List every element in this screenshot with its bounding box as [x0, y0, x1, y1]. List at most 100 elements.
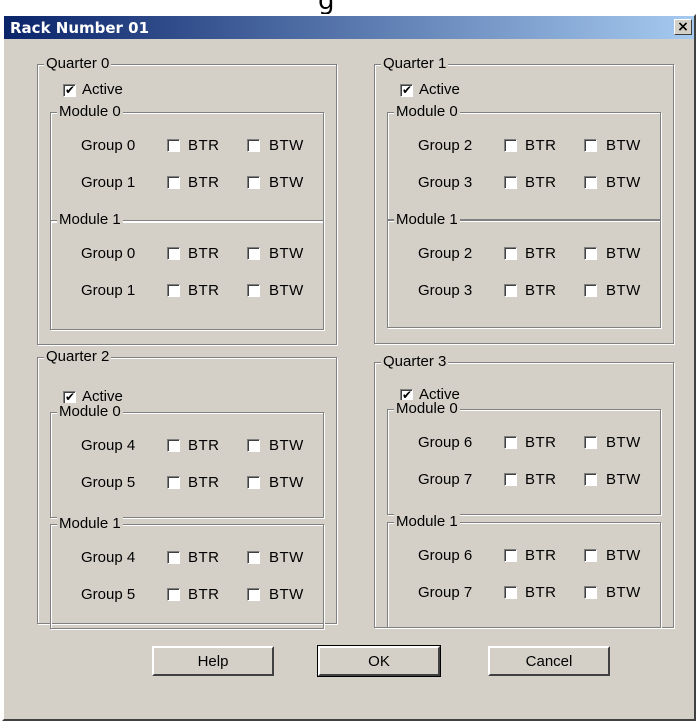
btw-label: BTW [606, 434, 641, 451]
btr-label: BTR [188, 174, 220, 191]
group-row: Group 5 BTR BTW [81, 474, 331, 492]
btr-label: BTR [188, 586, 220, 603]
btr-checkbox[interactable] [504, 436, 517, 449]
help-button[interactable]: Help [152, 646, 274, 676]
btr-label: BTR [525, 137, 557, 154]
btr-label: BTR [525, 471, 557, 488]
group-label: Group 2 [418, 245, 473, 262]
btr-label: BTR [188, 549, 220, 566]
btw-checkbox[interactable] [584, 284, 597, 297]
group-label: Group 3 [418, 282, 473, 299]
btr-label: BTR [525, 584, 557, 601]
quarter-3-module-1-groupbox: Module 1 [387, 513, 661, 628]
group-row: Group 1 BTR BTW [81, 174, 331, 192]
btw-checkbox[interactable] [247, 247, 260, 260]
group-row: Group 7 BTR BTW [418, 584, 668, 602]
btr-checkbox[interactable] [167, 551, 180, 564]
btw-checkbox[interactable] [247, 176, 260, 189]
btr-checkbox[interactable] [167, 284, 180, 297]
btw-label: BTW [606, 471, 641, 488]
btr-checkbox[interactable] [504, 139, 517, 152]
group-row: Group 0 BTR BTW [81, 137, 331, 155]
active-checkbox[interactable] [400, 82, 413, 98]
active-checkbox[interactable] [63, 82, 76, 98]
btr-label: BTR [188, 245, 220, 262]
quarter-title: Quarter 2 [44, 348, 112, 366]
btw-checkbox[interactable] [247, 139, 260, 152]
group-row: Group 5 BTR BTW [81, 586, 331, 604]
btw-label: BTW [606, 245, 641, 262]
cancel-button[interactable]: Cancel [488, 646, 610, 676]
cropped-header-text: g [318, 0, 335, 14]
group-label: Group 4 [81, 437, 136, 454]
group-row: Group 2 BTR BTW [418, 137, 668, 155]
btr-checkbox[interactable] [504, 247, 517, 260]
module-title: Module 1 [394, 513, 460, 531]
btr-label: BTR [188, 282, 220, 299]
btr-checkbox[interactable] [167, 588, 180, 601]
btw-label: BTW [606, 282, 641, 299]
btw-checkbox[interactable] [247, 476, 260, 489]
btw-label: BTW [269, 474, 304, 491]
btw-checkbox[interactable] [584, 586, 597, 599]
module-title: Module 0 [57, 103, 123, 121]
group-label: Group 7 [418, 471, 473, 488]
btr-checkbox[interactable] [504, 586, 517, 599]
group-row: Group 3 BTR BTW [418, 174, 668, 192]
ok-button[interactable]: OK [317, 645, 441, 677]
btr-label: BTR [525, 245, 557, 262]
quarter-1-active-row[interactable]: Active [400, 82, 460, 100]
group-label: Group 0 [81, 137, 136, 154]
group-row: Group 4 BTR BTW [81, 437, 331, 455]
rack-dialog: Rack Number 01 × Quarter 0 Active Module 0… [2, 14, 696, 721]
btw-checkbox[interactable] [584, 436, 597, 449]
btr-checkbox[interactable] [167, 176, 180, 189]
btr-checkbox[interactable] [504, 284, 517, 297]
btw-checkbox[interactable] [584, 549, 597, 562]
btw-checkbox[interactable] [584, 176, 597, 189]
btw-checkbox[interactable] [247, 284, 260, 297]
module-title: Module 1 [57, 515, 123, 533]
active-checkbox[interactable] [63, 389, 76, 405]
btw-checkbox[interactable] [247, 551, 260, 564]
module-title: Module 1 [394, 211, 460, 229]
btw-checkbox[interactable] [584, 139, 597, 152]
group-row: Group 6 BTR BTW [418, 547, 668, 565]
module-title: Module 0 [57, 403, 123, 421]
btw-label: BTW [269, 586, 304, 603]
btr-checkbox[interactable] [167, 247, 180, 260]
close-button[interactable]: × [674, 19, 692, 35]
btr-checkbox[interactable] [504, 176, 517, 189]
quarter-title: Quarter 3 [381, 353, 449, 371]
group-row: Group 3 BTR BTW [418, 282, 668, 300]
group-label: Group 4 [81, 549, 136, 566]
quarter-title: Quarter 0 [44, 55, 112, 73]
btr-label: BTR [525, 282, 557, 299]
btr-label: BTR [188, 437, 220, 454]
quarter-0-module-1-groupbox: Module 1 [50, 211, 324, 330]
btr-checkbox[interactable] [167, 439, 180, 452]
btr-checkbox[interactable] [167, 476, 180, 489]
btr-checkbox[interactable] [167, 139, 180, 152]
btr-label: BTR [525, 434, 557, 451]
group-label: Group 3 [418, 174, 473, 191]
group-label: Group 1 [81, 174, 136, 191]
btr-checkbox[interactable] [504, 549, 517, 562]
btr-checkbox[interactable] [504, 473, 517, 486]
group-row: Group 0 BTR BTW [81, 245, 331, 263]
btw-label: BTW [606, 547, 641, 564]
btw-checkbox[interactable] [584, 473, 597, 486]
btw-label: BTW [269, 245, 304, 262]
btw-checkbox[interactable] [247, 588, 260, 601]
btw-checkbox[interactable] [584, 247, 597, 260]
quarter-0-active-row[interactable]: Active [63, 82, 123, 100]
group-row: Group 1 BTR BTW [81, 282, 331, 300]
group-row: Group 6 BTR BTW [418, 434, 668, 452]
module-title: Module 0 [394, 103, 460, 121]
group-label: Group 6 [418, 434, 473, 451]
active-label: Active [82, 81, 123, 98]
btw-checkbox[interactable] [247, 439, 260, 452]
module-title: Module 0 [394, 400, 460, 418]
group-row: Group 2 BTR BTW [418, 245, 668, 263]
quarter-1-module-1-groupbox: Module 1 [387, 211, 661, 328]
